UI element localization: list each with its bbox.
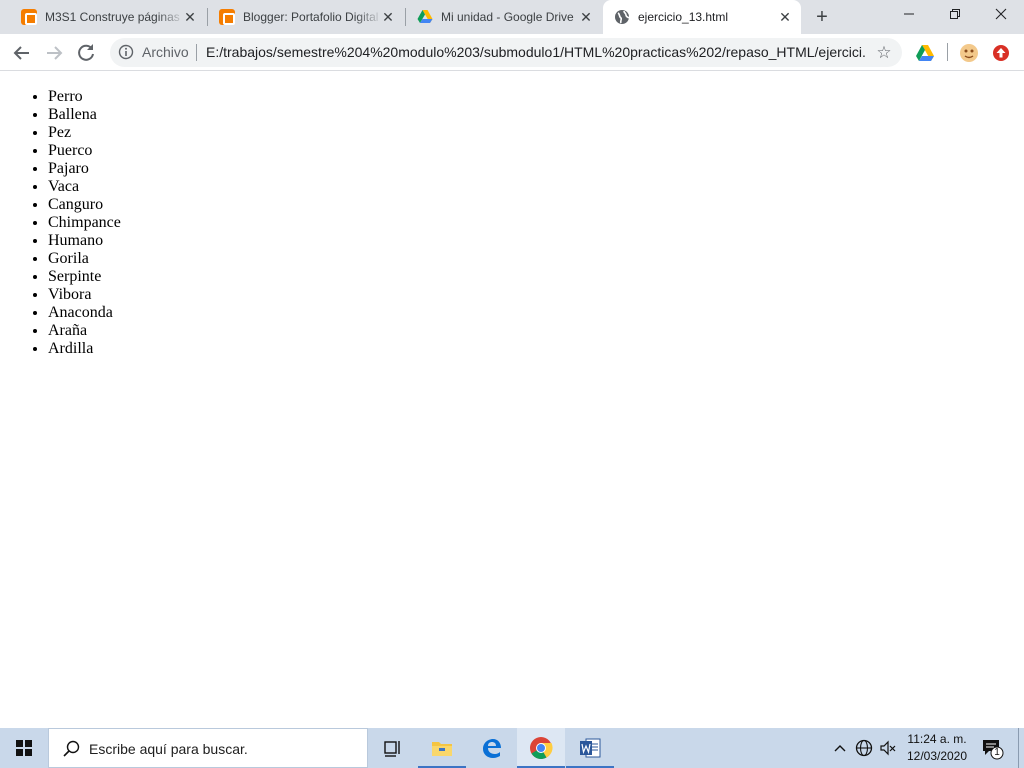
blogger-icon	[219, 9, 235, 25]
list-item: Vaca	[48, 178, 121, 196]
tab-title: Mi unidad - Google Drive	[441, 10, 574, 24]
chrome-browser-icon	[530, 737, 553, 759]
update-available-icon[interactable]	[991, 43, 1011, 63]
security-chip[interactable]: Archivo	[142, 44, 189, 61]
close-tab-icon[interactable]: ✕	[182, 9, 198, 25]
clock-date: 12/03/2020	[906, 749, 968, 763]
forward-arrow-icon[interactable]	[40, 39, 68, 67]
list-item: Pajaro	[48, 160, 121, 178]
globe-icon	[615, 10, 630, 24]
address-divider	[196, 44, 197, 61]
back-arrow-icon[interactable]	[8, 39, 36, 67]
task-view-button[interactable]	[368, 728, 416, 768]
search-placeholder: Escribe aquí para buscar.	[89, 741, 248, 757]
info-icon[interactable]	[118, 44, 134, 60]
taskbar-edge[interactable]	[468, 728, 516, 768]
tab-strip: M3S1 Construye páginas ✕ Blogger: Portaf…	[0, 0, 1024, 34]
close-window-button[interactable]	[978, 0, 1024, 30]
restore-window-button[interactable]	[932, 0, 978, 30]
profile-avatar-icon[interactable]	[959, 43, 979, 63]
google-drive-icon	[417, 10, 433, 23]
list-item: Puerco	[48, 142, 121, 160]
taskbar-file-explorer[interactable]	[418, 728, 466, 768]
list-item: Canguro	[48, 196, 121, 214]
list-item: Humano	[48, 232, 121, 250]
windows-start-icon[interactable]	[0, 728, 48, 768]
taskbar-search-box[interactable]: Escribe aquí para buscar.	[48, 728, 368, 768]
animal-list: PerroBallenaPezPuercoPajaroVacaCanguroCh…	[48, 88, 121, 358]
word-icon	[580, 738, 601, 758]
taskbar-word[interactable]	[566, 728, 614, 768]
list-item: Perro	[48, 88, 121, 106]
restore-icon	[950, 9, 960, 19]
action-center-button[interactable]: 1	[980, 736, 1004, 760]
chevron-up-icon[interactable]	[830, 738, 850, 758]
clock-time: 11:24 a. m.	[907, 732, 967, 746]
page-content: PerroBallenaPezPuercoPajaroVacaCanguroCh…	[0, 71, 1024, 728]
list-item: Vibora	[48, 286, 121, 304]
address-bar[interactable]: Archivo E:/trabajos/semestre%204%20modul…	[110, 38, 902, 67]
tab-google-drive[interactable]: Mi unidad - Google Drive ✕	[406, 0, 602, 34]
blogger-icon	[21, 9, 37, 25]
reload-icon[interactable]	[72, 39, 100, 67]
close-tab-icon[interactable]: ✕	[578, 9, 594, 25]
search-icon	[63, 740, 80, 757]
bookmark-star-icon[interactable]: ☆	[874, 43, 894, 63]
notification-count-badge: 1	[994, 747, 1000, 758]
show-desktop-button[interactable]	[1018, 728, 1019, 768]
tab-title: ejercicio_13.html	[638, 10, 729, 24]
volume-muted-icon[interactable]	[878, 738, 898, 758]
taskbar-chrome[interactable]	[517, 728, 565, 768]
close-tab-icon[interactable]: ✕	[777, 9, 793, 25]
list-item: Gorila	[48, 250, 121, 268]
windows-taskbar: Escribe aquí para buscar. 11:24 a. m. 12…	[0, 728, 1024, 768]
new-tab-button[interactable]: +	[810, 5, 834, 29]
close-icon	[995, 8, 1007, 20]
edge-browser-icon	[483, 739, 501, 758]
tab-title-fade	[355, 9, 383, 25]
close-tab-icon[interactable]: ✕	[380, 9, 396, 25]
tab-ejercicio-13[interactable]: ejercicio_13.html ✕	[603, 0, 801, 34]
list-item: Ardilla	[48, 340, 121, 358]
list-item: Ballena	[48, 106, 121, 124]
folder-icon	[432, 742, 452, 756]
list-item: Araña	[48, 322, 121, 340]
tab-m3s1[interactable]: M3S1 Construye páginas ✕	[10, 0, 206, 34]
toolbar-separator	[947, 43, 948, 61]
list-item: Pez	[48, 124, 121, 142]
tab-title-fade	[157, 9, 185, 25]
url-text[interactable]: E:/trabajos/semestre%204%20modulo%203/su…	[206, 44, 866, 61]
extension-drive-icon[interactable]	[915, 43, 935, 63]
minimize-window-button[interactable]	[886, 0, 932, 30]
browser-toolbar: Archivo E:/trabajos/semestre%204%20modul…	[0, 34, 1024, 71]
task-view-icon	[384, 741, 400, 757]
tab-blogger-portafolio[interactable]: Blogger: Portafolio Digital ✕	[208, 0, 404, 34]
list-item: Chimpance	[48, 214, 121, 232]
list-item: Anaconda	[48, 304, 121, 322]
network-globe-icon[interactable]	[854, 738, 874, 758]
taskbar-clock[interactable]: 11:24 a. m. 12/03/2020	[904, 731, 970, 765]
minimize-icon	[904, 13, 914, 15]
list-item: Serpinte	[48, 268, 121, 286]
